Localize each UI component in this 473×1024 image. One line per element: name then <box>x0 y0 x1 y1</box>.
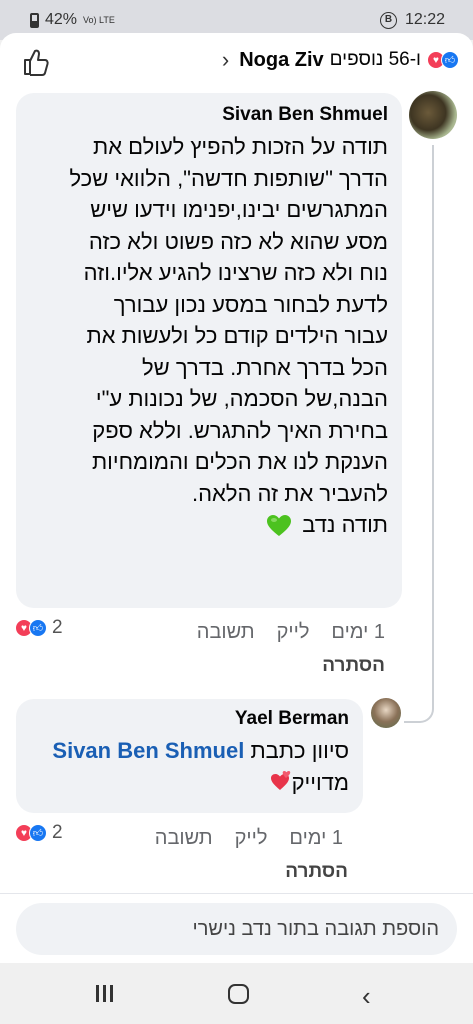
comment-line: נוח ולא כזה שרצינו להגיע אליו.וזה <box>83 260 388 285</box>
reply-text: סיוון כתבת Sivan Ben Shmuel מדוייק <box>30 735 349 798</box>
reply-actions: 1 ימים לייק תשובה <box>155 827 343 850</box>
comment-line: תודה על הזכות להפיץ לעולם את <box>93 134 388 159</box>
like-reaction-icon: 👍︎ <box>441 51 459 69</box>
comment-line: הדרך "שותפות חדשה", הלוואי שכל <box>69 165 388 191</box>
comment-line: לדעת לבחור במסע נכון עבורך <box>113 291 388 317</box>
like-link[interactable]: לייק <box>235 827 268 850</box>
reply-word: מדוייק <box>291 769 349 795</box>
reply-thread-line <box>404 145 434 723</box>
like-outline-icon[interactable] <box>22 47 50 77</box>
composer-placeholder: הוספת תגובה בתור נדב נישרי <box>192 918 440 940</box>
signal-text: Vo) LTE <box>83 14 115 25</box>
reply-line-2: מדוייק <box>30 767 349 799</box>
reply-link[interactable]: תשובה <box>197 621 255 644</box>
comment-author[interactable]: Sivan Ben Shmuel <box>30 101 388 129</box>
red-heart-icon <box>270 770 290 790</box>
comment-closing-line: תודה נדב <box>30 509 388 541</box>
header-others: ו-56 נוספים <box>329 49 421 70</box>
comment-reactions[interactable]: ♥ 👍︎ 2 <box>15 617 63 639</box>
battery-icon <box>30 12 39 28</box>
like-link[interactable]: לייק <box>277 621 310 644</box>
reply-link[interactable]: תשובה <box>155 827 213 850</box>
like-reaction-icon: 👍︎ <box>29 824 47 842</box>
hide-link[interactable]: הסתרה <box>322 655 385 677</box>
recent-apps-icon[interactable] <box>96 985 113 1002</box>
system-nav-bar: ‹ <box>0 963 473 1024</box>
reaction-icons: ♥ 👍︎ <box>15 619 47 637</box>
like-reaction-icon: 👍︎ <box>29 619 47 637</box>
status-left: 42% Vo) LTE <box>30 11 115 29</box>
divider <box>0 893 473 894</box>
comment-closing: תודה נדב <box>302 512 388 537</box>
reply-author[interactable]: Yael Berman <box>30 705 349 733</box>
reply-prefix: סיוון כתבת <box>250 738 349 763</box>
comment-line: הבנה,של הסכמה, של נכונות ע"י <box>95 386 388 411</box>
header-name: Noga Ziv <box>239 48 324 71</box>
green-heart-icon <box>267 515 292 537</box>
comments-sheet: › Noga Ziv ו-56 נוספים ♥ 👍︎ Sivan Ben Sh… <box>0 33 473 963</box>
comment-line: עבור הילדים קודם כל ולעשות את <box>86 323 388 348</box>
hide-link[interactable]: הסתרה <box>285 861 348 883</box>
reactions-header[interactable]: › Noga Ziv ו-56 נוספים ♥ 👍︎ <box>0 33 473 91</box>
comment-line: בחירת האיך להתגרש. וללא ספק <box>92 417 388 443</box>
reaction-count: 2 <box>52 617 63 638</box>
avatar-yael[interactable] <box>371 698 401 728</box>
comment-time[interactable]: 1 ימים <box>331 621 385 644</box>
comment-line: המתגרשים יבינו,יפנימו וידעו שיש <box>90 197 388 222</box>
reply-bubble[interactable]: Yael Berman סיוון כתבת Sivan Ben Shmuel … <box>16 699 363 813</box>
header-reactions: ♥ 👍︎ <box>427 51 459 69</box>
comment-line: הכל בדרך אחרת. בדרך של <box>142 354 388 380</box>
reply-time[interactable]: 1 ימים <box>289 827 343 850</box>
mention-link[interactable]: Sivan Ben Shmuel <box>52 738 244 763</box>
comment-line: להעביר את זה הלאה. <box>191 480 388 506</box>
reaction-count: 2 <box>52 822 63 843</box>
back-icon[interactable]: ‹ <box>362 981 371 1012</box>
avatar-sivan[interactable] <box>409 91 457 139</box>
comment-actions: 1 ימים לייק תשובה <box>197 621 385 644</box>
clock: 12:22 <box>404 11 445 28</box>
home-icon[interactable] <box>228 984 249 1004</box>
reaction-icons: ♥ 👍︎ <box>15 824 47 842</box>
b-notification-icon: B <box>379 11 397 29</box>
comment-text: תודה על הזכות להפיץ לעולם את הדרך "שותפו… <box>30 131 388 541</box>
battery-level: 42% <box>45 11 78 28</box>
status-right: B 12:22 <box>379 11 445 29</box>
comment-bubble[interactable]: Sivan Ben Shmuel תודה על הזכות להפיץ לעו… <box>16 93 402 608</box>
reply-reactions[interactable]: ♥ 👍︎ 2 <box>15 822 63 844</box>
header-title-group[interactable]: › Noga Ziv ו-56 נוספים ♥ 👍︎ <box>222 47 459 73</box>
comment-line: הענקת לנו את הכלים והמומחיות <box>91 449 388 474</box>
comment-line: מסע שהוא לא כזה פשוט ולא כזה <box>88 228 388 254</box>
reply-line-1: סיוון כתבת Sivan Ben Shmuel <box>30 735 349 767</box>
comment-composer-input[interactable]: הוספת תגובה בתור נדב נישרי <box>16 903 457 955</box>
chevron-right-icon: › <box>221 47 230 72</box>
